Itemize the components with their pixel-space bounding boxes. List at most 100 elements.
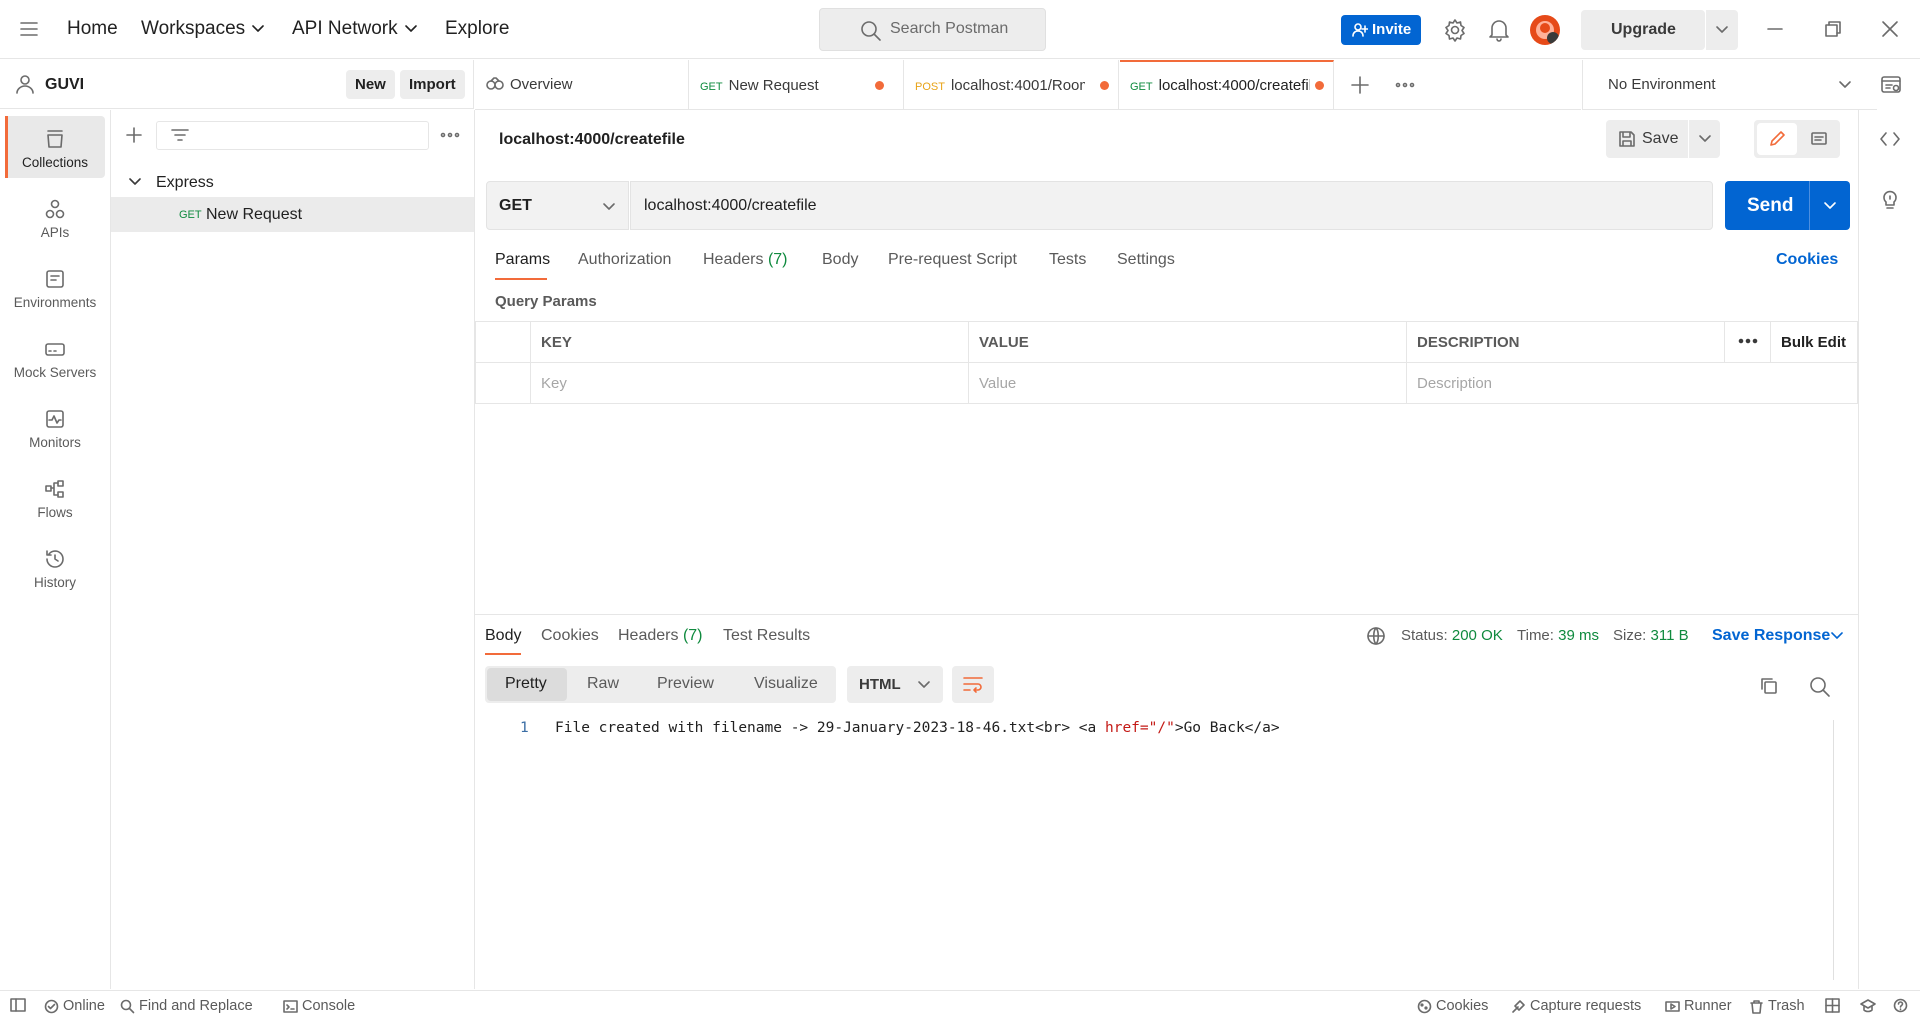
layout-icon[interactable] [1825,998,1840,1013]
save-dropdown-button[interactable] [1689,120,1720,158]
tab-headers[interactable]: Headers (7) [703,251,788,269]
sidebar-item-monitors[interactable]: Monitors [5,396,105,458]
minimize-window-icon[interactable] [1766,22,1784,36]
tab-settings[interactable]: Settings [1117,251,1175,269]
avatar[interactable] [1530,15,1560,45]
tab-post-rooms[interactable]: POST localhost:4001/Rooms [905,60,1119,110]
more-tabs-icon[interactable] [1395,78,1415,92]
cookies-button[interactable]: Cookies [1417,998,1488,1014]
tab-tests[interactable]: Tests [1049,251,1086,269]
bootcamp-icon[interactable] [1860,998,1876,1013]
response-size[interactable]: Size: 311 B [1613,627,1689,644]
environment-quick-look-icon[interactable] [1880,74,1902,96]
chevron-down-icon[interactable] [1830,631,1844,641]
filter-input[interactable] [156,121,429,150]
edit-mode-button[interactable] [1757,123,1797,155]
key-input[interactable]: Key [530,362,969,404]
tab-pre-request-script[interactable]: Pre-request Script [888,251,1017,269]
response-status[interactable]: Status: 200 OK [1401,627,1503,644]
send-button[interactable]: Send [1725,181,1850,230]
capture-requests-button[interactable]: Capture requests [1511,998,1641,1014]
hamburger-menu-icon[interactable] [19,20,39,38]
globe-icon[interactable] [1366,626,1386,646]
save-response-button[interactable]: Save Response [1712,627,1830,645]
format-preview[interactable]: Preview [657,675,714,693]
status-value: 200 OK [1451,627,1503,644]
lightbulb-icon[interactable] [1880,188,1900,210]
format-raw[interactable]: Raw [587,675,619,693]
runner-button[interactable]: Runner [1665,998,1732,1014]
code-scrollbar[interactable] [1833,720,1834,980]
nav-workspaces[interactable]: Workspaces [141,18,265,40]
format-pretty[interactable]: Pretty [505,675,547,693]
nav-home[interactable]: Home [67,18,118,40]
trash-button[interactable]: Trash [1749,998,1805,1014]
bulk-edit-button[interactable]: Bulk Edit [1770,321,1858,363]
code-snippet-icon[interactable] [1879,130,1901,148]
comments-icon[interactable] [1810,131,1828,149]
response-tab-test-results[interactable]: Test Results [723,627,810,645]
toggle-sidebar-icon[interactable] [10,998,26,1012]
api-network-label: API Network [292,18,398,39]
response-tab-body[interactable]: Body [485,627,521,645]
close-window-icon[interactable] [1881,20,1899,38]
search-icon[interactable] [1809,676,1831,698]
search-bar[interactable]: Search Postman [819,8,1046,51]
method-select[interactable]: GET [486,181,629,230]
left-navigation: Collections APIs Environments Mock Serve… [0,110,111,989]
upgrade-button[interactable]: Upgrade [1581,10,1705,50]
environment-selector[interactable]: No Environment [1582,60,1877,110]
tab-overview[interactable]: Overview [475,60,689,110]
help-icon[interactable] [1893,998,1908,1013]
tab-new-request[interactable]: GET New Request [690,60,904,110]
cookies-link[interactable]: Cookies [1776,251,1838,269]
sidebar-item-environments[interactable]: Environments [5,256,105,318]
collection-express[interactable]: Express [111,168,474,198]
tab-body[interactable]: Body [822,251,858,269]
tab-get-createfile[interactable]: GET localhost:4000/createfile [1120,60,1334,110]
response-time[interactable]: Time: 39 ms [1517,627,1599,644]
sidebar-item-mock-servers[interactable]: Mock Servers [5,326,105,388]
add-tab-icon[interactable] [1350,75,1370,95]
console-button[interactable]: Console [283,998,355,1014]
value-input[interactable]: Value [968,362,1407,404]
settings-gear-icon[interactable] [1443,18,1467,42]
response-body-code[interactable]: 1 File created with filename -> 29-Janua… [475,720,1280,768]
invite-button[interactable]: Invite [1341,15,1421,45]
overview-icon [485,76,505,92]
column-options-button[interactable] [1724,321,1771,363]
new-button[interactable]: New [346,70,395,99]
response-tab-cookies[interactable]: Cookies [541,627,599,645]
chevron-down-icon[interactable] [1823,201,1837,211]
tab-params[interactable]: Params [495,251,550,269]
tab-authorization[interactable]: Authorization [578,251,671,269]
workspace-name[interactable]: GUVI [45,76,84,94]
sidebar-item-flows[interactable]: Flows [5,466,105,528]
sidebar-item-history[interactable]: History [5,536,105,598]
nav-explore[interactable]: Explore [445,18,509,40]
format-visualize[interactable]: Visualize [754,675,818,693]
sidebar-item-apis[interactable]: APIs [5,186,105,248]
sidebar-item-collections[interactable]: Collections [5,116,105,178]
pencil-icon [1768,130,1786,148]
upgrade-dropdown-button[interactable] [1706,10,1738,50]
find-replace-button[interactable]: Find and Replace [120,998,253,1014]
language-select[interactable]: HTML [847,666,943,703]
copy-icon[interactable] [1759,676,1779,696]
nav-api-network[interactable]: API Network [292,18,418,40]
more-options-icon[interactable] [440,129,460,141]
description-input[interactable]: Description [1406,362,1858,404]
response-divider[interactable] [475,614,1858,615]
response-tab-headers[interactable]: Headers (7) [618,627,703,645]
save-button[interactable]: Save [1606,120,1688,158]
import-button[interactable]: Import [400,70,465,99]
add-collection-icon[interactable] [125,126,143,144]
online-status[interactable]: Online [44,998,105,1014]
wrap-lines-button[interactable] [952,666,994,703]
headers-label: Headers [703,251,764,268]
request-title[interactable]: localhost:4000/createfile [499,131,685,149]
url-input[interactable]: localhost:4000/createfile [630,181,1713,230]
restore-window-icon[interactable] [1824,20,1842,38]
notifications-bell-icon[interactable] [1488,18,1510,42]
collection-request-item[interactable]: GET New Request [111,197,474,232]
